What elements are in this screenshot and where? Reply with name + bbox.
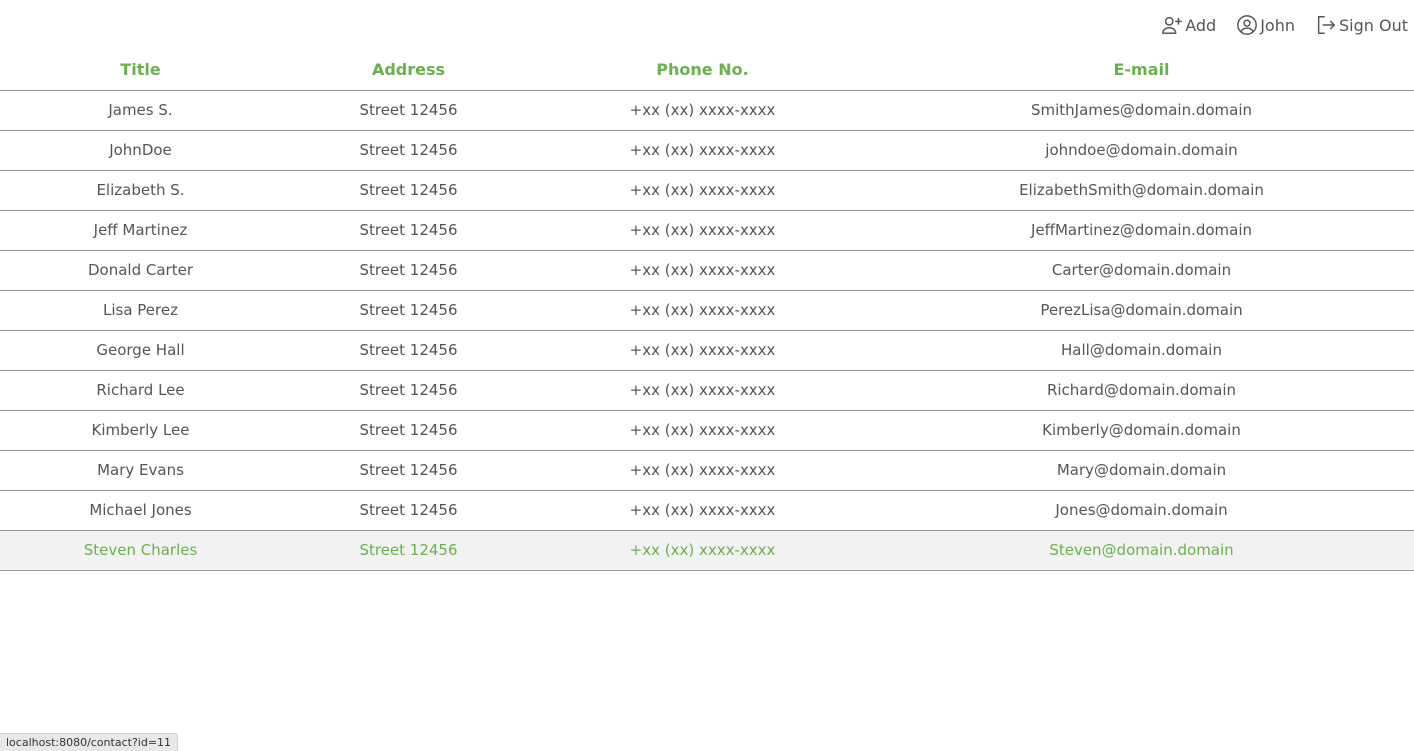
table-row[interactable]: Jeff Martinez Street 12456 +xx (xx) xxxx… bbox=[0, 210, 1414, 251]
cell-address: Street 12456 bbox=[281, 290, 536, 331]
cell-title: Kimberly Lee bbox=[0, 410, 281, 451]
cell-phone: +xx (xx) xxxx-xxxx bbox=[536, 490, 869, 531]
table-row[interactable]: Kimberly Lee Street 12456 +xx (xx) xxxx-… bbox=[0, 410, 1414, 451]
cell-phone: +xx (xx) xxxx-xxxx bbox=[536, 410, 869, 451]
cell-address: Street 12456 bbox=[281, 210, 536, 251]
add-label: Add bbox=[1185, 15, 1217, 35]
cell-title: Richard Lee bbox=[0, 370, 281, 411]
cell-phone: +xx (xx) xxxx-xxxx bbox=[536, 450, 869, 491]
cell-email: JeffMartinez@domain.domain bbox=[869, 210, 1414, 251]
cell-title: Mary Evans bbox=[0, 450, 281, 491]
header-phone[interactable]: Phone No. bbox=[536, 50, 869, 91]
cell-phone: +xx (xx) xxxx-xxxx bbox=[536, 130, 869, 171]
table-row[interactable]: Richard Lee Street 12456 +xx (xx) xxxx-x… bbox=[0, 370, 1414, 411]
cell-email: PerezLisa@domain.domain bbox=[869, 290, 1414, 331]
cell-email: Jones@domain.domain bbox=[869, 490, 1414, 531]
table-row[interactable]: Mary Evans Street 12456 +xx (xx) xxxx-xx… bbox=[0, 450, 1414, 491]
add-user-icon bbox=[1162, 16, 1183, 34]
table-header-row: Title Address Phone No. E-mail bbox=[0, 50, 1414, 91]
sign-out-label: Sign Out bbox=[1339, 15, 1408, 35]
user-menu[interactable]: John bbox=[1236, 12, 1295, 36]
sign-out-icon bbox=[1317, 16, 1335, 34]
user-circle-icon bbox=[1237, 15, 1258, 35]
table-row[interactable]: JohnDoe Street 12456 +xx (xx) xxxx-xxxx … bbox=[0, 130, 1414, 171]
cell-title: Michael Jones bbox=[0, 490, 281, 531]
cell-phone: +xx (xx) xxxx-xxxx bbox=[536, 290, 869, 331]
cell-phone: +xx (xx) xxxx-xxxx bbox=[536, 90, 869, 131]
table-row[interactable]: Lisa Perez Street 12456 +xx (xx) xxxx-xx… bbox=[0, 290, 1414, 331]
cell-address: Street 12456 bbox=[281, 490, 536, 531]
cell-email: Hall@domain.domain bbox=[869, 330, 1414, 371]
cell-email: Mary@domain.domain bbox=[869, 450, 1414, 491]
add-button[interactable]: Add bbox=[1161, 12, 1216, 36]
cell-address: Street 12456 bbox=[281, 250, 536, 291]
table-row-hovered[interactable]: Steven Charles Street 12456 +xx (xx) xxx… bbox=[0, 530, 1414, 571]
contacts-table: Title Address Phone No. E-mail James S. … bbox=[0, 50, 1414, 571]
cell-title: James S. bbox=[0, 90, 281, 131]
cell-phone: +xx (xx) xxxx-xxxx bbox=[536, 530, 869, 571]
cell-title: Donald Carter bbox=[0, 250, 281, 291]
cell-address: Street 12456 bbox=[281, 530, 536, 571]
table-row[interactable]: Elizabeth S. Street 12456 +xx (xx) xxxx-… bbox=[0, 170, 1414, 211]
cell-phone: +xx (xx) xxxx-xxxx bbox=[536, 210, 869, 251]
cell-title: Steven Charles bbox=[0, 530, 281, 571]
table-row[interactable]: James S. Street 12456 +xx (xx) xxxx-xxxx… bbox=[0, 90, 1414, 131]
cell-phone: +xx (xx) xxxx-xxxx bbox=[536, 330, 869, 371]
cell-title: JohnDoe bbox=[0, 130, 281, 171]
header-email[interactable]: E-mail bbox=[869, 50, 1414, 91]
top-nav: Add John Sign Out bbox=[1141, 0, 1414, 48]
cell-title: George Hall bbox=[0, 330, 281, 371]
browser-status-bar: localhost:8080/contact?id=11 bbox=[0, 733, 179, 751]
header-title[interactable]: Title bbox=[0, 50, 281, 91]
cell-title: Jeff Martinez bbox=[0, 210, 281, 251]
cell-email: Richard@domain.domain bbox=[869, 370, 1414, 411]
table-row[interactable]: Donald Carter Street 12456 +xx (xx) xxxx… bbox=[0, 250, 1414, 291]
cell-phone: +xx (xx) xxxx-xxxx bbox=[536, 250, 869, 291]
cell-email: SmithJames@domain.domain bbox=[869, 90, 1414, 131]
cell-title: Elizabeth S. bbox=[0, 170, 281, 211]
cell-email: Steven@domain.domain bbox=[869, 530, 1414, 571]
cell-address: Street 12456 bbox=[281, 450, 536, 491]
cell-address: Street 12456 bbox=[281, 330, 536, 371]
user-name: John bbox=[1260, 15, 1295, 35]
cell-email: Carter@domain.domain bbox=[869, 250, 1414, 291]
cell-address: Street 12456 bbox=[281, 130, 536, 171]
cell-email: johndoe@domain.domain bbox=[869, 130, 1414, 171]
cell-address: Street 12456 bbox=[281, 410, 536, 451]
cell-email: Kimberly@domain.domain bbox=[869, 410, 1414, 451]
table-row[interactable]: Michael Jones Street 12456 +xx (xx) xxxx… bbox=[0, 490, 1414, 531]
cell-address: Street 12456 bbox=[281, 90, 536, 131]
cell-address: Street 12456 bbox=[281, 370, 536, 411]
cell-address: Street 12456 bbox=[281, 170, 536, 211]
header-address[interactable]: Address bbox=[281, 50, 536, 91]
cell-phone: +xx (xx) xxxx-xxxx bbox=[536, 170, 869, 211]
table-row[interactable]: George Hall Street 12456 +xx (xx) xxxx-x… bbox=[0, 330, 1414, 371]
cell-phone: +xx (xx) xxxx-xxxx bbox=[536, 370, 869, 411]
cell-title: Lisa Perez bbox=[0, 290, 281, 331]
sign-out-button[interactable]: Sign Out bbox=[1315, 12, 1408, 36]
cell-email: ElizabethSmith@domain.domain bbox=[869, 170, 1414, 211]
